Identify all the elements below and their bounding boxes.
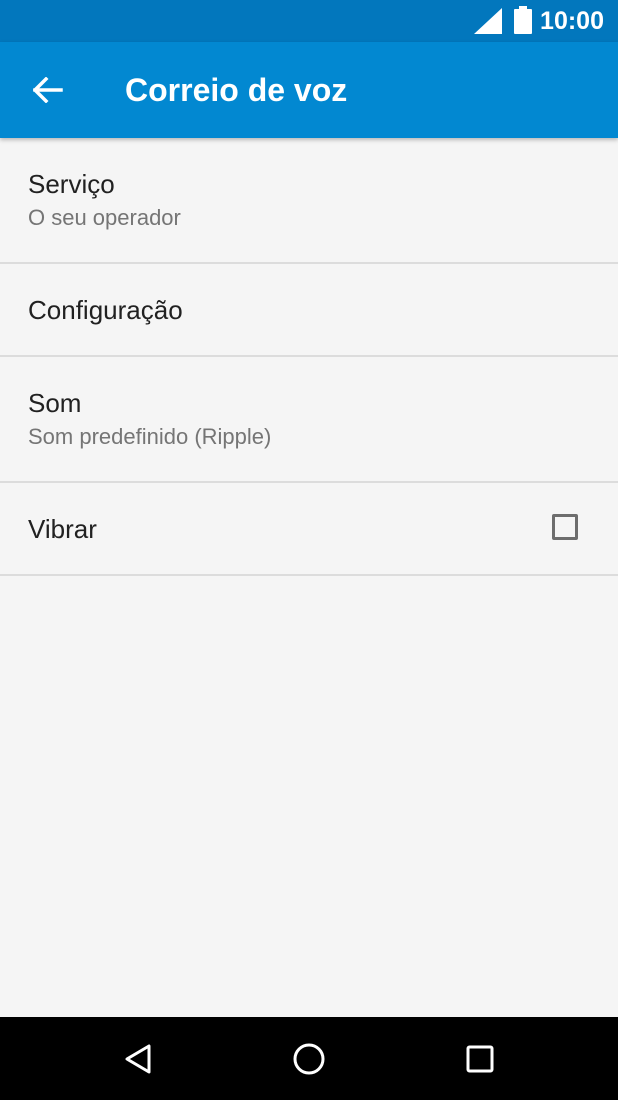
settings-list: Serviço O seu operador Configuração Som …	[0, 138, 618, 576]
setting-service-label: Serviço	[28, 169, 115, 199]
setting-sound-label: Som	[28, 388, 82, 418]
nav-recents-button[interactable]	[458, 1037, 502, 1081]
setting-configuration[interactable]: Configuração	[0, 264, 618, 357]
app-bar: Correio de voz	[0, 42, 618, 138]
nav-recents-icon	[466, 1045, 494, 1073]
navigation-bar	[0, 1017, 618, 1100]
nav-home-icon	[293, 1043, 325, 1075]
status-bar: 10:00	[0, 0, 618, 42]
setting-service-summary: O seu operador	[28, 205, 181, 230]
setting-vibrate-label: Vibrar	[28, 514, 97, 544]
status-clock: 10:00	[540, 7, 604, 35]
arrow-back-icon	[33, 77, 63, 103]
setting-service[interactable]: Serviço O seu operador	[0, 138, 618, 264]
setting-vibrate[interactable]: Vibrar	[0, 483, 618, 576]
nav-back-button[interactable]	[116, 1037, 160, 1081]
setting-sound[interactable]: Som Som predefinido (Ripple)	[0, 357, 618, 483]
page-title: Correio de voz	[125, 72, 348, 108]
voicemail-settings-screen: 10:00 Correio de voz Serviço O seu opera…	[0, 0, 618, 1100]
nav-home-button[interactable]	[287, 1037, 331, 1081]
battery-icon	[514, 6, 532, 34]
vibrate-checkbox[interactable]	[552, 514, 578, 540]
nav-back-icon	[125, 1044, 151, 1074]
signal-icon	[474, 8, 502, 34]
setting-sound-summary: Som predefinido (Ripple)	[28, 424, 272, 449]
back-button[interactable]	[20, 62, 76, 118]
setting-configuration-label: Configuração	[28, 295, 183, 325]
